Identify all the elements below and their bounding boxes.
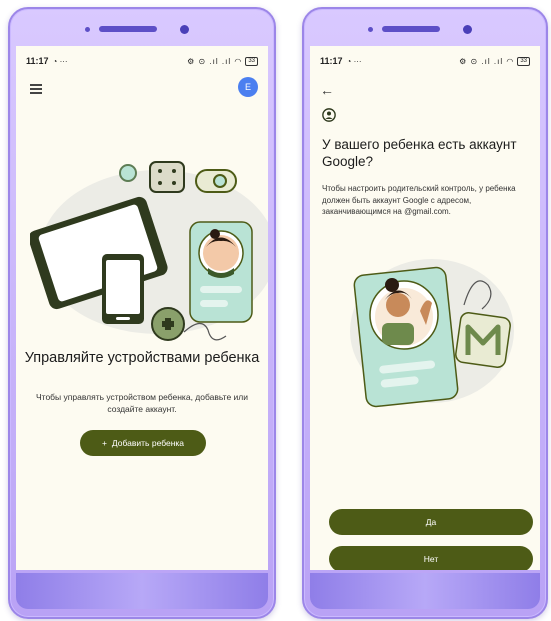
phone-bottom-bar xyxy=(310,573,540,609)
battery-icon: 33 xyxy=(245,56,258,66)
notification-icon: ◔ ··· xyxy=(346,56,362,66)
notification-icon: ◔ ··· xyxy=(52,56,68,66)
avatar[interactable]: E xyxy=(238,77,258,97)
plus-icon: + xyxy=(101,438,107,448)
page-title: У вашего ребенка есть аккаунт Google? xyxy=(322,137,517,169)
child-account-illustration xyxy=(350,259,514,408)
status-indicators: ⚙ ⊙ .ıl .ıl ◠ xyxy=(459,56,515,66)
page-description: Чтобы настроить родительский контроль, у… xyxy=(322,184,516,216)
add-child-button[interactable]: + Добавить ребенка xyxy=(80,430,206,456)
screen-google-account-question: 11:17 ◔ ··· ⚙ ⊙ .ıl .ıl ◠ 33 ← У вашего … xyxy=(310,46,540,570)
status-indicators: ⚙ ⊙ .ıl .ıl ◠ xyxy=(187,56,243,66)
phone-top-ornament xyxy=(360,22,490,36)
status-time: 11:17 xyxy=(320,56,343,66)
yes-button[interactable]: Да xyxy=(329,509,533,535)
no-button[interactable]: Нет xyxy=(329,546,533,570)
devices-illustration xyxy=(30,161,268,341)
battery-icon: 33 xyxy=(517,56,530,66)
phone-top-ornament xyxy=(77,22,207,36)
menu-icon[interactable] xyxy=(30,84,42,94)
screen-manage-devices: 11:17 ◔ ··· ⚙ ⊙ .ıl .ıl ◠ 33 E Управляйт… xyxy=(16,46,268,570)
page-description: Чтобы управлять устройством ребенка, доб… xyxy=(35,392,249,414)
phone-frame-left: 11:17 ◔ ··· ⚙ ⊙ .ıl .ıl ◠ 33 E Управляйт… xyxy=(8,7,276,619)
status-time: 11:17 xyxy=(26,56,49,66)
page-title: Управляйте устройствами ребенка xyxy=(24,350,260,366)
phone-frame-right: 11:17 ◔ ··· ⚙ ⊙ .ıl .ıl ◠ 33 ← У вашего … xyxy=(302,7,548,619)
add-child-label: Добавить ребенка xyxy=(111,438,185,448)
status-bar: 11:17 ◔ ··· ⚙ ⊙ .ıl .ıl ◠ 33 xyxy=(320,54,530,68)
account-circle-icon xyxy=(322,108,336,122)
phone-bottom-bar xyxy=(16,573,268,609)
status-bar: 11:17 ◔ ··· ⚙ ⊙ .ıl .ıl ◠ 33 xyxy=(26,54,258,68)
back-arrow-icon[interactable]: ← xyxy=(320,82,334,98)
